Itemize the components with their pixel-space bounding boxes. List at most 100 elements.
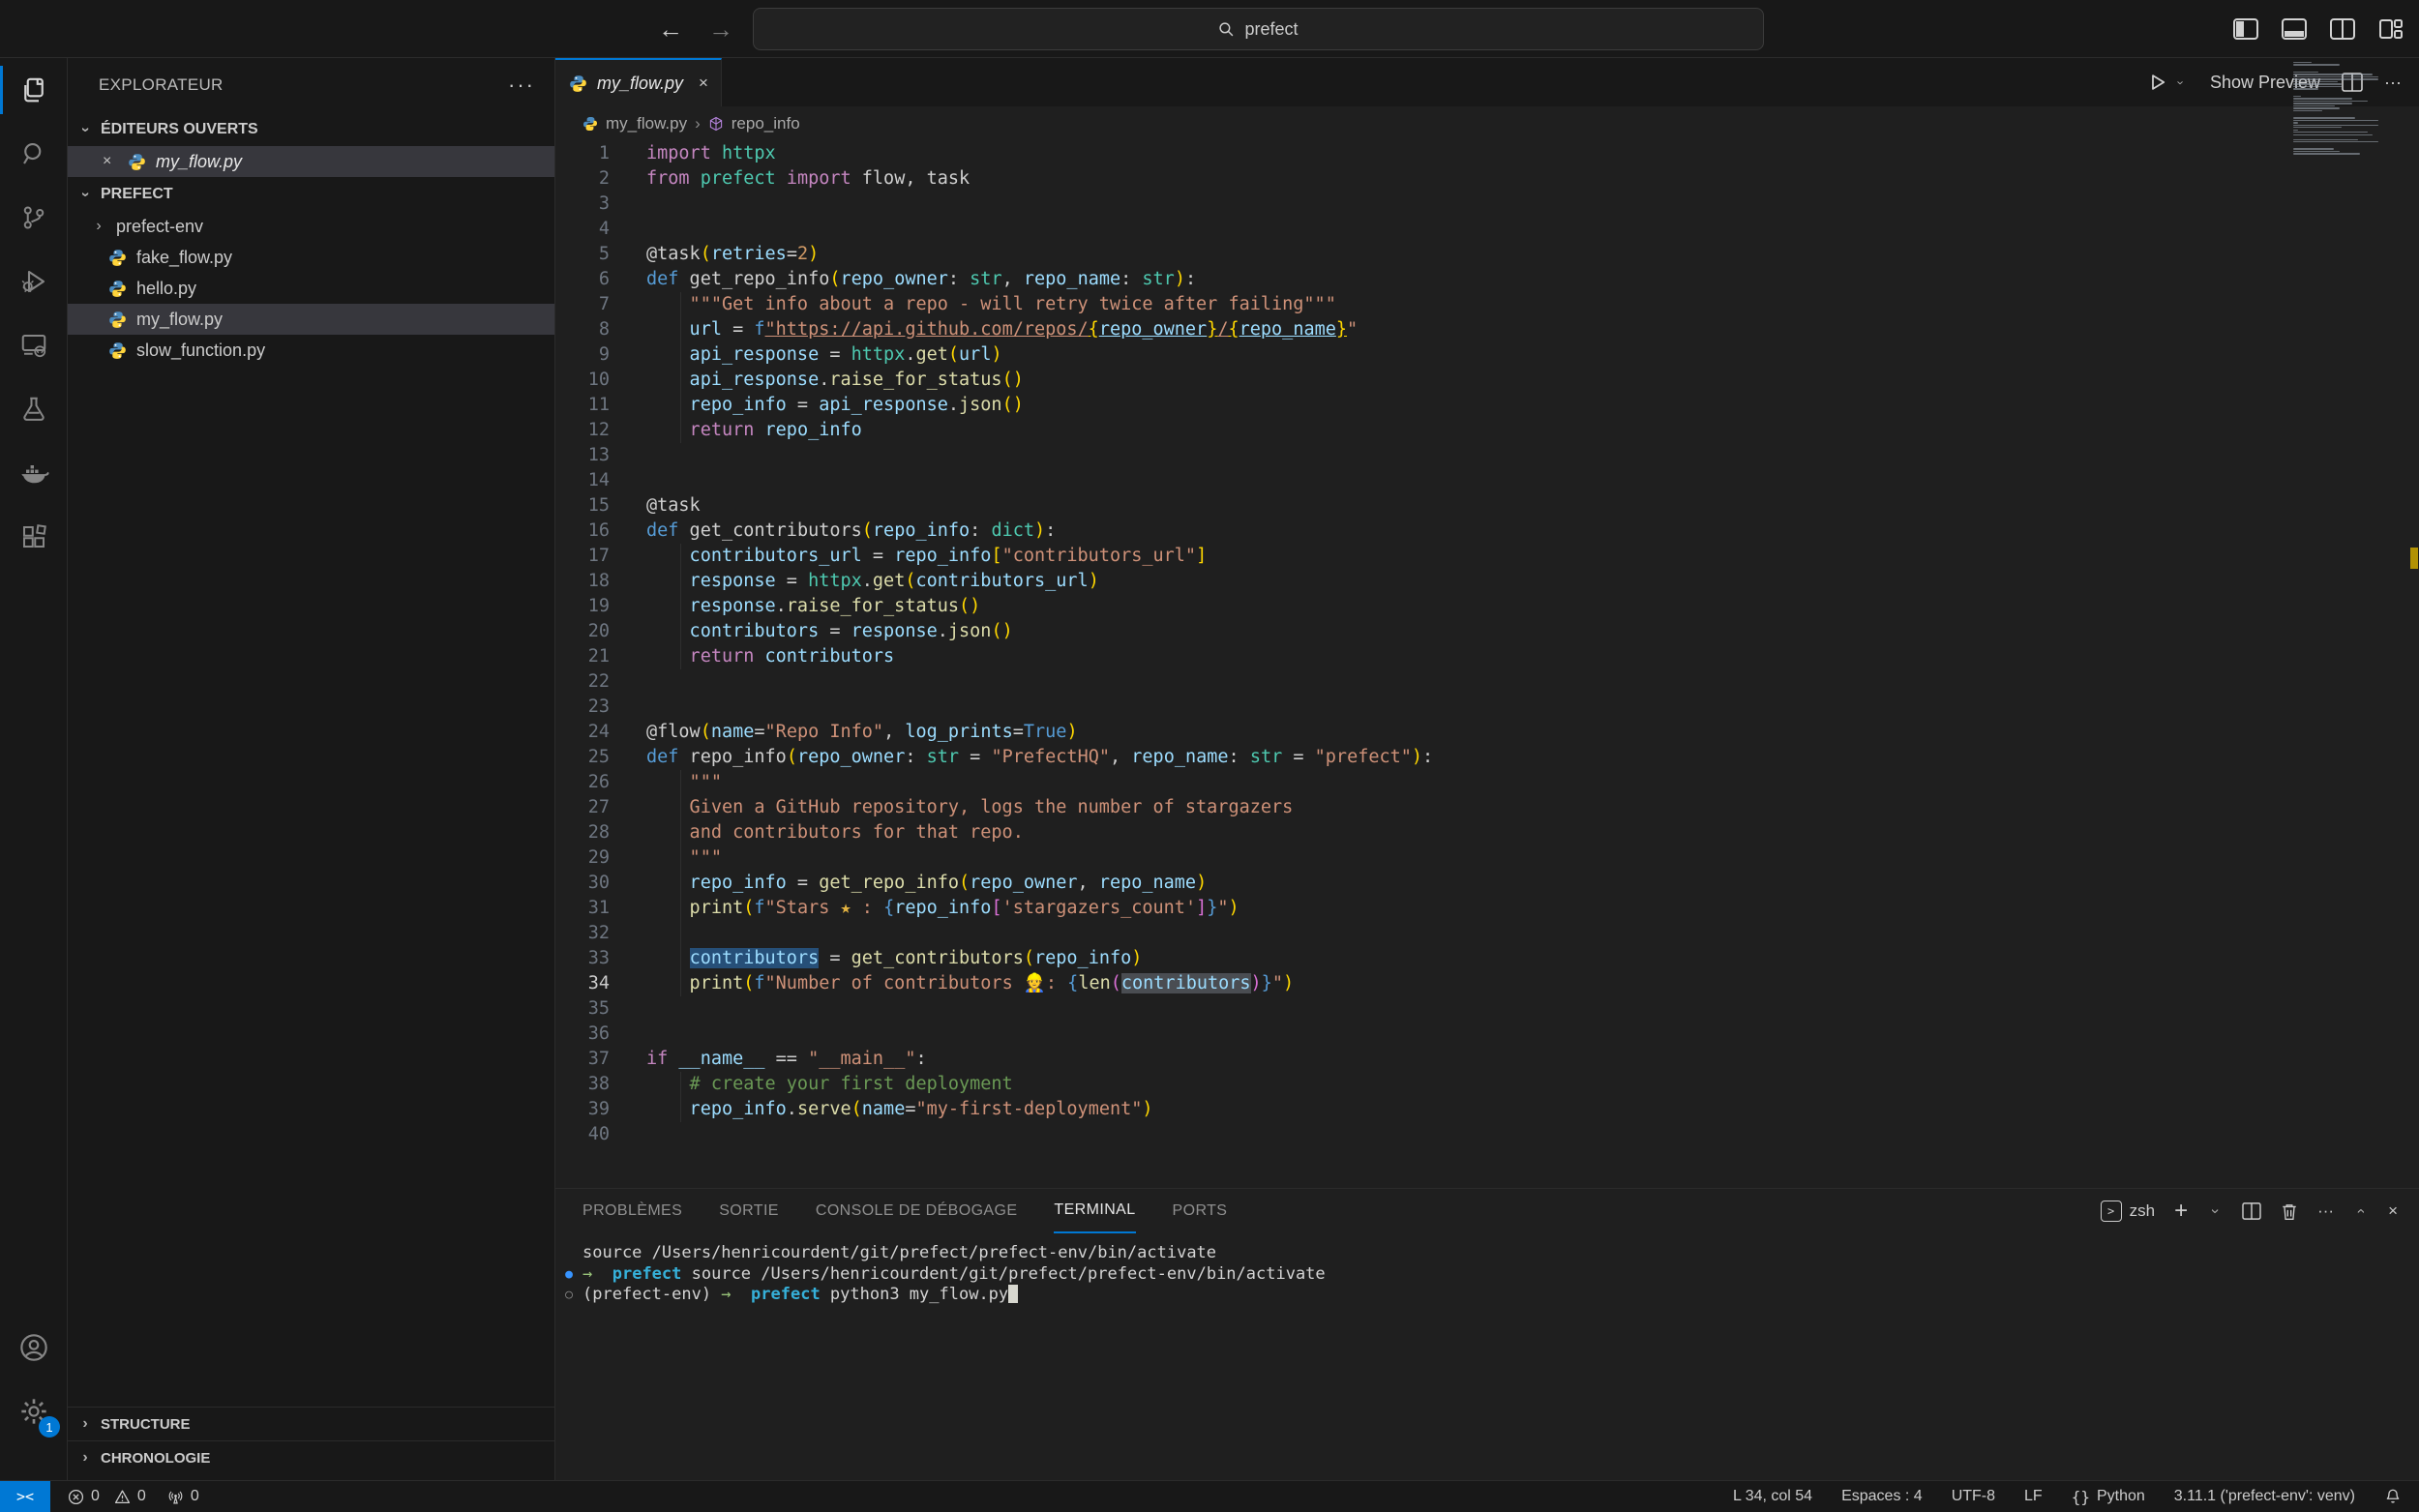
code-line-9[interactable]: 9 api_response = httpx.get(url) bbox=[555, 342, 2419, 368]
settings-button[interactable]: 1 bbox=[0, 1379, 68, 1443]
open-editors-section[interactable]: › ÉDITEURS OUVERTS bbox=[68, 112, 554, 146]
editor-more-actions[interactable]: ··· bbox=[2384, 73, 2402, 93]
nav-back-icon[interactable]: ← bbox=[658, 15, 683, 44]
activity-run-debug[interactable] bbox=[0, 250, 68, 313]
project-section[interactable]: › PREFECT bbox=[68, 177, 554, 211]
code-line-22[interactable]: 22 bbox=[555, 669, 2419, 695]
python-interpreter[interactable]: 3.11.1 ('prefect-env': venv) bbox=[2174, 1488, 2355, 1505]
code-line-19[interactable]: 19 response.raise_for_status() bbox=[555, 594, 2419, 619]
panel-tab-terminal[interactable]: TERMINAL bbox=[1054, 1189, 1135, 1233]
code-line-27[interactable]: 27 Given a GitHub repository, logs the n… bbox=[555, 795, 2419, 820]
new-terminal-button[interactable]: + bbox=[2174, 1198, 2188, 1225]
code-line-3[interactable]: 3 bbox=[555, 192, 2419, 217]
code-line-31[interactable]: 31 print(f"Stars ★ : {repo_info['stargaz… bbox=[555, 896, 2419, 921]
code-line-24[interactable]: 24@flow(name="Repo Info", log_prints=Tru… bbox=[555, 720, 2419, 745]
file-tree-item-prefect-env[interactable]: ›prefect-env bbox=[68, 211, 554, 242]
ports-status[interactable]: 0 bbox=[167, 1488, 199, 1505]
code-line-33[interactable]: 33 contributors = get_contributors(repo_… bbox=[555, 946, 2419, 971]
terminal-dropdown-icon[interactable]: › bbox=[2206, 1203, 2224, 1219]
problems-status[interactable]: 0 0 bbox=[68, 1488, 146, 1505]
code-line-2[interactable]: 2from prefect import flow, task bbox=[555, 166, 2419, 192]
code-line-30[interactable]: 30 repo_info = get_repo_info(repo_owner,… bbox=[555, 871, 2419, 896]
activity-source-control[interactable] bbox=[0, 186, 68, 250]
command-center-search[interactable]: prefect bbox=[753, 8, 1764, 50]
code-line-23[interactable]: 23 bbox=[555, 695, 2419, 720]
file-tree-item-my_flow.py[interactable]: my_flow.py bbox=[68, 304, 554, 335]
code-line-35[interactable]: 35 bbox=[555, 996, 2419, 1022]
remote-indicator[interactable]: >< bbox=[0, 1481, 50, 1512]
split-terminal-icon[interactable] bbox=[2242, 1202, 2261, 1220]
indentation-setting[interactable]: Espaces : 4 bbox=[1841, 1488, 1923, 1505]
command-decoration-dot[interactable]: ● bbox=[555, 1264, 582, 1286]
code-line-17[interactable]: 17 contributors_url = repo_info["contrib… bbox=[555, 544, 2419, 569]
minimap[interactable] bbox=[2293, 62, 2386, 158]
panel-more-actions[interactable]: ··· bbox=[2317, 1201, 2334, 1221]
code-line-4[interactable]: 4 bbox=[555, 217, 2419, 242]
trash-icon[interactable] bbox=[2281, 1202, 2298, 1221]
code-line-13[interactable]: 13 bbox=[555, 443, 2419, 468]
activity-search[interactable] bbox=[0, 122, 68, 186]
tab-my-flow[interactable]: my_flow.py × bbox=[555, 58, 722, 106]
toggle-panel-icon[interactable] bbox=[2282, 18, 2307, 40]
panel-tab-probl-mes[interactable]: PROBLÈMES bbox=[582, 1189, 682, 1233]
notifications-bell-icon[interactable] bbox=[2384, 1488, 2402, 1505]
code-line-8[interactable]: 8 url = f"https://api.github.com/repos/{… bbox=[555, 317, 2419, 342]
explorer-more-actions[interactable]: ··· bbox=[508, 73, 535, 98]
run-button[interactable]: › bbox=[2148, 73, 2189, 92]
code-line-15[interactable]: 15@task bbox=[555, 493, 2419, 519]
terminal-output[interactable]: source /Users/henricourdent/git/prefect/… bbox=[555, 1233, 2419, 1306]
code-line-11[interactable]: 11 repo_info = api_response.json() bbox=[555, 393, 2419, 418]
code-line-1[interactable]: 1import httpx bbox=[555, 141, 2419, 166]
code-line-18[interactable]: 18 response = httpx.get(contributors_url… bbox=[555, 569, 2419, 594]
code-line-29[interactable]: 29 """ bbox=[555, 845, 2419, 871]
code-line-5[interactable]: 5@task(retries=2) bbox=[555, 242, 2419, 267]
structure-section[interactable]: › STRUCTURE bbox=[68, 1407, 554, 1440]
activity-remote-explorer[interactable] bbox=[0, 313, 68, 377]
file-tree-item-slow_function.py[interactable]: slow_function.py bbox=[68, 335, 554, 366]
code-line-39[interactable]: 39 repo_info.serve(name="my-first-deploy… bbox=[555, 1097, 2419, 1122]
code-line-21[interactable]: 21 return contributors bbox=[555, 644, 2419, 669]
activity-testing[interactable] bbox=[0, 377, 68, 441]
encoding-setting[interactable]: UTF-8 bbox=[1952, 1488, 1995, 1505]
code-line-32[interactable]: 32 bbox=[555, 921, 2419, 946]
code-line-36[interactable]: 36 bbox=[555, 1022, 2419, 1047]
activity-extensions[interactable] bbox=[0, 505, 68, 569]
code-line-10[interactable]: 10 api_response.raise_for_status() bbox=[555, 368, 2419, 393]
panel-tab-sortie[interactable]: SORTIE bbox=[719, 1189, 779, 1233]
code-line-6[interactable]: 6def get_repo_info(repo_owner: str, repo… bbox=[555, 267, 2419, 292]
code-line-25[interactable]: 25def repo_info(repo_owner: str = "Prefe… bbox=[555, 745, 2419, 770]
code-line-14[interactable]: 14 bbox=[555, 468, 2419, 493]
toggle-secondary-sidebar-icon[interactable] bbox=[2330, 18, 2355, 40]
code-line-12[interactable]: 12 return repo_info bbox=[555, 418, 2419, 443]
nav-forward-icon[interactable]: → bbox=[708, 15, 733, 44]
file-tree-item-hello.py[interactable]: hello.py bbox=[68, 273, 554, 304]
code-line-7[interactable]: 7 """Get info about a repo - will retry … bbox=[555, 292, 2419, 317]
account-button[interactable] bbox=[0, 1316, 68, 1379]
cursor-position[interactable]: L 34, col 54 bbox=[1733, 1488, 1812, 1505]
code-line-20[interactable]: 20 contributors = response.json() bbox=[555, 619, 2419, 644]
eol-setting[interactable]: LF bbox=[2024, 1488, 2043, 1505]
code-line-26[interactable]: 26 """ bbox=[555, 770, 2419, 795]
activity-docker[interactable] bbox=[0, 441, 68, 505]
code-line-16[interactable]: 16def get_contributors(repo_info: dict): bbox=[555, 519, 2419, 544]
code-line-34[interactable]: 34 print(f"Number of contributors 👷: {le… bbox=[555, 971, 2419, 996]
breadcrumb-symbol[interactable]: repo_info bbox=[732, 114, 800, 133]
breadcrumb-file[interactable]: my_flow.py bbox=[606, 114, 687, 133]
code-line-37[interactable]: 37if __name__ == "__main__": bbox=[555, 1047, 2419, 1072]
tab-close-icon[interactable]: × bbox=[699, 74, 708, 93]
terminal-instance[interactable]: > zsh bbox=[2101, 1201, 2155, 1222]
code-editor[interactable]: 1import httpx2from prefect import flow, … bbox=[555, 141, 2419, 1225]
close-icon[interactable]: × bbox=[103, 153, 118, 170]
activity-explorer[interactable] bbox=[0, 58, 68, 122]
file-tree-item-fake_flow.py[interactable]: fake_flow.py bbox=[68, 242, 554, 273]
customize-layout-icon[interactable] bbox=[2378, 18, 2404, 40]
code-line-28[interactable]: 28 and contributors for that repo. bbox=[555, 820, 2419, 845]
close-panel-icon[interactable]: × bbox=[2388, 1201, 2398, 1221]
panel-tab-console-de-d-bogage[interactable]: CONSOLE DE DÉBOGAGE bbox=[816, 1189, 1018, 1233]
chronology-section[interactable]: › CHRONOLOGIE bbox=[68, 1440, 554, 1474]
run-dropdown-icon[interactable]: › bbox=[2173, 74, 2188, 90]
toggle-sidebar-icon[interactable] bbox=[2233, 18, 2258, 40]
open-editor-item[interactable]: ×my_flow.py bbox=[68, 146, 554, 177]
panel-tab-ports[interactable]: PORTS bbox=[1173, 1189, 1228, 1233]
language-mode[interactable]: {} Python bbox=[2072, 1488, 2145, 1506]
